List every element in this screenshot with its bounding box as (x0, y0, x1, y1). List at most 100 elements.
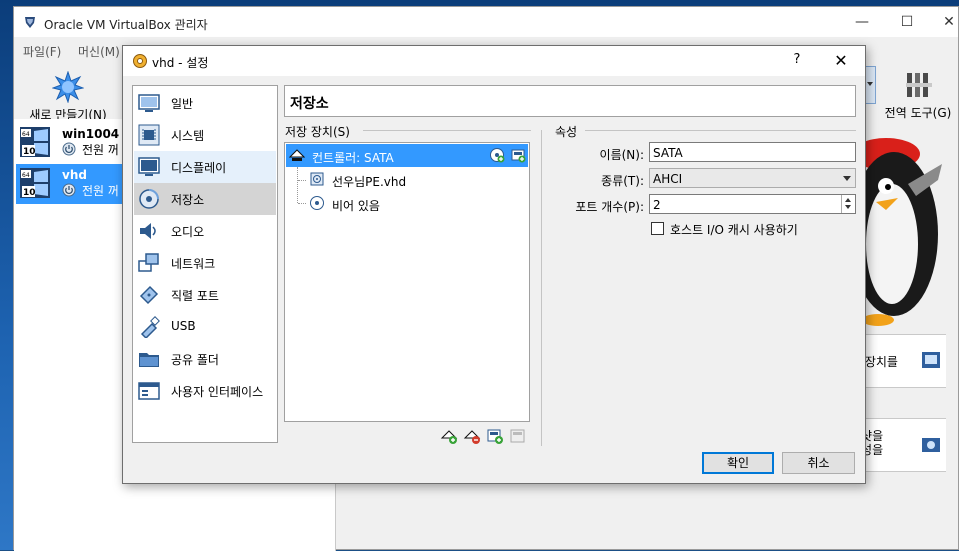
maximize-icon[interactable]: ☐ (897, 12, 917, 32)
dialog-title-bar: vhd - 설정 ? ✕ (123, 46, 865, 76)
device-icon (922, 352, 940, 368)
new-vm-button[interactable]: 새로 만들기(N) (22, 69, 114, 122)
chevron-down-icon (843, 176, 851, 181)
storage-tree: 컨트롤러: SATA 선우님PE.vhd 비어 있음 (284, 142, 530, 422)
network-icon (138, 253, 159, 272)
vm-state: 전원 꺼 (82, 143, 119, 157)
virtualbox-logo-icon (25, 17, 35, 28)
spin-up-icon[interactable] (845, 198, 851, 202)
tree-row-controller-sata[interactable]: 컨트롤러: SATA (286, 144, 528, 167)
ports-spinbox[interactable]: 2 (649, 194, 856, 214)
svg-text:64: 64 (22, 131, 30, 138)
user-interface-icon (138, 382, 160, 400)
minimize-icon[interactable]: — (852, 12, 872, 32)
page-title: 저장소 (284, 85, 856, 117)
group-divider (585, 130, 856, 131)
close-icon[interactable]: ✕ (939, 12, 959, 32)
chevron-down-icon (867, 82, 873, 86)
nav-label: 저장소 (171, 193, 205, 207)
nav-item-usb[interactable]: USB (134, 311, 276, 343)
hard-disk-icon (310, 172, 324, 186)
add-optical-drive-icon[interactable] (489, 147, 505, 163)
new-vm-starburst-icon (52, 71, 84, 103)
add-attachment-icon[interactable] (486, 427, 504, 445)
svg-text:10: 10 (23, 147, 36, 157)
remove-attachment-icon[interactable] (509, 427, 527, 445)
nav-label: 디스플레이 (171, 161, 227, 175)
remove-controller-icon[interactable] (463, 427, 481, 445)
vm-state: 전원 꺼 (82, 184, 119, 198)
serial-port-icon (139, 285, 159, 305)
nav-item-general[interactable]: 일반 (134, 87, 276, 119)
nav-item-system[interactable]: 시스템 (134, 119, 276, 151)
tree-row-empty-optical[interactable]: 비어 있음 (286, 192, 528, 215)
usb-icon (140, 316, 160, 338)
shared-folder-icon (139, 353, 159, 367)
group-divider (363, 130, 531, 131)
cancel-button[interactable]: 취소 (782, 452, 855, 474)
host-io-cache-checkbox[interactable] (651, 222, 664, 235)
nav-label: 시스템 (171, 129, 205, 143)
nav-item-network[interactable]: 네트워크 (134, 247, 276, 279)
power-off-icon (62, 142, 76, 156)
add-hard-disk-icon[interactable] (510, 147, 526, 163)
svg-text:10: 10 (23, 188, 36, 198)
menu-machine[interactable]: 머신(M) (78, 43, 120, 60)
nav-item-audio[interactable]: 오디오 (134, 215, 276, 247)
nav-item-storage[interactable]: 저장소 (134, 183, 276, 215)
name-label: 이름(N): (599, 148, 644, 162)
spin-buttons[interactable] (841, 195, 855, 213)
global-tools-icon (906, 73, 932, 97)
manager-title: Oracle VM VirtualBox 관리자 (44, 18, 208, 32)
type-value: AHCI (653, 172, 683, 186)
nav-label: 공유 폴더 (171, 353, 219, 367)
vm-name: vhd (62, 168, 87, 182)
power-off-icon (62, 183, 76, 197)
storage-devices-label: 저장 장치(S) (285, 125, 350, 139)
pane-separator (541, 130, 542, 446)
settings-dialog: vhd - 설정 ? ✕ 일반 시스템 디스플레이 저장소 오디오 네트워크 직… (122, 45, 866, 484)
nav-item-user-interface[interactable]: 사용자 인터페이스 (134, 375, 276, 407)
sata-controller-icon (289, 149, 305, 161)
tree-row-hard-disk[interactable]: 선우님PE.vhd (286, 168, 528, 191)
nav-label: 사용자 인터페이스 (171, 385, 264, 399)
help-button[interactable]: ? (789, 52, 805, 67)
nav-item-display[interactable]: 디스플레이 (134, 151, 276, 183)
settings-nav-list: 일반 시스템 디스플레이 저장소 오디오 네트워크 직렬 포트 USB 공유 폴… (132, 85, 278, 443)
dialog-title: vhd - 설정 (152, 56, 209, 70)
spin-down-icon[interactable] (845, 205, 851, 209)
attributes-label: 속성 (555, 125, 578, 139)
nav-label: USB (171, 319, 196, 333)
ports-value: 2 (653, 198, 661, 212)
nav-label: 직렬 포트 (171, 289, 219, 303)
svg-text:64: 64 (22, 172, 30, 179)
nav-label: 오디오 (171, 225, 205, 239)
name-value: SATA (653, 146, 683, 160)
nav-label: 네트워크 (171, 257, 216, 271)
nav-item-serial-ports[interactable]: 직렬 포트 (134, 279, 276, 311)
general-icon (138, 94, 160, 112)
optical-disc-icon (310, 196, 324, 210)
windows10-64-icon: 64 10 (20, 127, 50, 157)
storage-icon (139, 189, 159, 209)
page-title-text: 저장소 (290, 96, 329, 112)
nav-item-shared-folders[interactable]: 공유 폴더 (134, 343, 276, 375)
dialog-close-button[interactable]: ✕ (826, 49, 856, 73)
manager-title-bar: Oracle VM VirtualBox 관리자 — ☐ ✕ (14, 7, 958, 37)
controller-label: 컨트롤러: SATA (312, 151, 394, 165)
system-icon (138, 124, 160, 146)
ports-label: 포트 개수(P): (575, 200, 644, 214)
snapshot-camera-icon (922, 438, 940, 452)
audio-icon (140, 223, 156, 239)
type-select[interactable]: AHCI (649, 168, 856, 188)
type-label: 종류(T): (601, 174, 644, 188)
display-icon (138, 157, 160, 176)
name-input[interactable]: SATA (649, 142, 856, 162)
ok-button[interactable]: 확인 (702, 452, 774, 474)
host-io-cache-label: 호스트 I/O 캐시 사용하기 (670, 223, 798, 237)
disk-label: 선우님PE.vhd (332, 175, 407, 189)
settings-gear-icon (133, 54, 147, 68)
global-tools-button[interactable]: 전역 도구(G) (876, 67, 959, 120)
add-controller-icon[interactable] (440, 427, 458, 445)
menu-file[interactable]: 파일(F) (23, 43, 61, 60)
